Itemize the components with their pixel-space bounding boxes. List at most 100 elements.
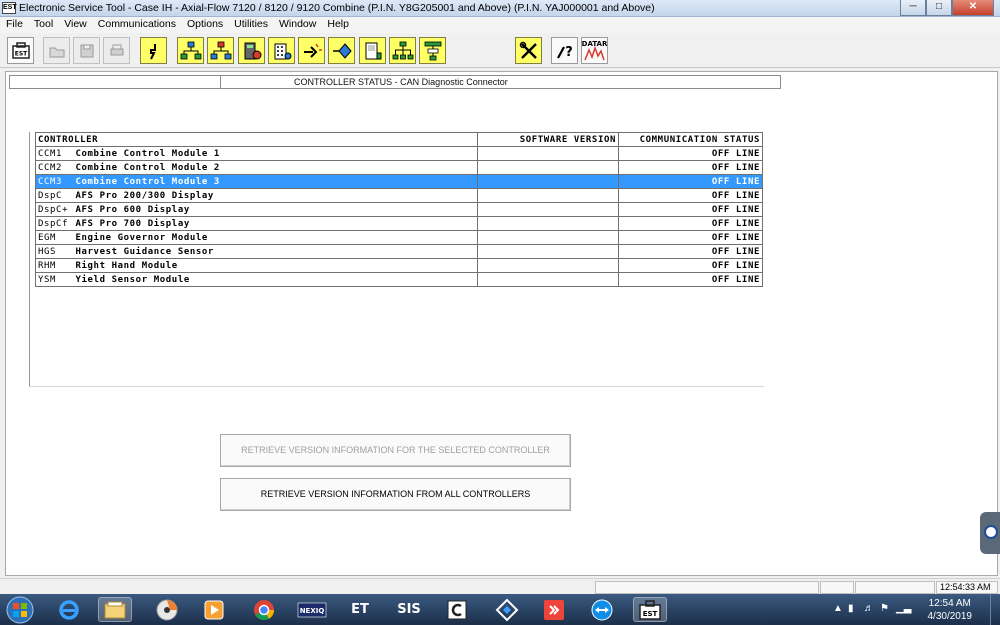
tools-icon [519,41,537,59]
status-pane-3 [855,581,935,594]
diamond-button[interactable] [328,37,355,64]
open-button[interactable] [43,37,70,64]
maximize-button[interactable]: □ [926,0,952,16]
menu-communications[interactable]: Communications [92,17,181,33]
menu-options[interactable]: Options [181,17,228,33]
menu-window[interactable]: Window [273,17,321,33]
retrieve-selected-button[interactable]: RETRIEVE VERSION INFORMATION FOR THE SEL… [220,434,571,467]
controller-code: CCM3 [35,174,74,189]
software-version-cell [477,230,619,245]
taskbar-media-disc[interactable] [150,597,184,622]
remote-control-icon [984,525,998,539]
table-row[interactable]: YSM Yield Sensor Module OFF LINE [35,272,763,287]
controller-code: CCM1 [35,146,74,161]
wand-button[interactable] [298,37,325,64]
software-version-cell [477,272,619,287]
show-desktop-button[interactable] [990,594,1000,625]
taskbar-nexiq[interactable]: NEXIQ [295,597,329,622]
table-row[interactable]: DspC+ AFS Pro 600 Display OFF LINE [35,202,763,217]
software-version-cell [477,188,619,203]
taskbar-network-app[interactable] [490,597,524,622]
network-button[interactable] [177,37,204,64]
controller-name: AFS Pro 700 Display [73,216,478,231]
datar-icon: DATAR [582,40,607,61]
device-button[interactable] [359,37,386,64]
column-header-communication-status[interactable]: COMMUNICATION STATUS [618,132,763,147]
table-row[interactable]: HGS Harvest Guidance Sensor OFF LINE [35,244,763,259]
table-row[interactable]: EGM Engine Governor Module OFF LINE [35,230,763,245]
svg-text:EST: EST [643,610,658,618]
menu-bar: File Tool View Communications Options Ut… [0,17,1000,33]
taskbar-sis[interactable]: SIS [392,597,426,622]
help-button[interactable]: ? [551,37,578,64]
tree-alt-button[interactable] [419,37,446,64]
taskbar-anydesk[interactable] [537,597,571,622]
file-explorer-icon [104,601,126,618]
table-row[interactable]: CCM2 Combine Control Module 2 OFF LINE [35,160,763,175]
taskbar-et[interactable]: ET [343,597,377,622]
taskbar-explorer[interactable] [98,597,132,622]
datar-button[interactable]: DATAR [581,37,608,64]
taskbar-teamviewer[interactable] [585,597,619,622]
table-row[interactable]: DspC AFS Pro 200/300 Display OFF LINE [35,188,763,203]
signal-icon[interactable]: ▁▃ [896,603,911,614]
column-header-software-version[interactable]: SOFTWARE VERSION [477,132,619,147]
window-title: Electronic Service Tool - Case IH - Axia… [19,2,655,14]
taskbar-est[interactable]: EST [633,597,667,622]
connector-icon [149,43,156,59]
teamviewer-icon [591,599,613,620]
diamond-icon [332,42,352,59]
clock-time: 12:54 AM [928,598,971,609]
close-button[interactable]: ✕ [952,0,994,16]
clock-date: 4/30/2019 [927,611,973,622]
menu-file[interactable]: File [0,17,28,33]
network-alt-button[interactable] [207,37,234,64]
tree-button[interactable] [389,37,416,64]
connector-button[interactable] [140,37,167,64]
volume-icon[interactable]: ♬ [864,603,874,614]
tray-clock[interactable]: 12:54 AM 4/30/2019 [928,597,973,623]
controller-table: CONTROLLER SOFTWARE VERSION COMMUNICATIO… [35,132,763,287]
communication-status-cell: OFF LINE [618,174,763,189]
table-row[interactable]: RHM Right Hand Module OFF LINE [35,258,763,273]
communication-status-cell: OFF LINE [618,146,763,161]
minimize-button[interactable]: ─ [900,0,926,16]
controller-code: YSM [35,272,74,287]
save-button[interactable] [73,37,100,64]
taskbar-media-player[interactable] [197,597,231,622]
tools-button[interactable] [515,37,542,64]
table-row[interactable]: DspCf AFS Pro 700 Display OFF LINE [35,216,763,231]
menu-utilities[interactable]: Utilities [228,17,273,33]
taskbar-ie[interactable] [52,597,86,622]
flag-icon[interactable]: ⚑ [880,603,889,614]
menu-tool[interactable]: Tool [28,17,58,33]
controller-name: Combine Control Module 3 [73,174,478,189]
remote-side-tab[interactable] [980,512,1000,554]
help-question-icon: ? [556,45,572,60]
taskbar-chrome[interactable] [247,597,281,622]
est-app-icon[interactable]: EST [2,2,17,14]
communication-status-cell: OFF LINE [618,244,763,259]
est-logo-button[interactable]: EST [7,37,34,64]
building-button[interactable] [268,37,295,64]
start-button[interactable] [5,595,35,625]
menu-help[interactable]: Help [321,17,354,33]
tray-overflow-icon[interactable]: ▲ [833,603,843,614]
internet-explorer-icon [59,599,79,620]
menu-view[interactable]: View [58,17,92,33]
column-header-controller[interactable]: CONTROLLER [35,132,478,147]
communication-status-cell: OFF LINE [618,230,763,245]
table-row-selected[interactable]: CCM3 Combine Control Module 3 OFF LINE [35,174,763,189]
controller-code: DspC+ [35,202,74,217]
status-pane-2 [820,581,854,594]
taskbar-cat[interactable] [440,597,474,622]
software-version-cell [477,160,619,175]
print-button[interactable] [103,37,130,64]
tray-device-icon[interactable]: ▮ [848,603,854,614]
network-icon [180,41,201,59]
start-orb-icon [6,596,34,624]
retrieve-all-button[interactable]: RETRIEVE VERSION INFORMATION FROM ALL CO… [220,478,571,511]
table-row[interactable]: CCM1 Combine Control Module 1 OFF LINE [35,146,763,161]
controller-name: Engine Governor Module [73,230,478,245]
calculator-button[interactable] [238,37,265,64]
